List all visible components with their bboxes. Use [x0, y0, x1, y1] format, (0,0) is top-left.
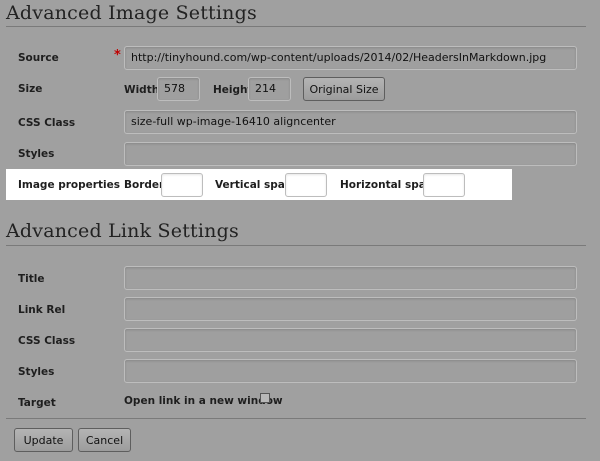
link-styles-label: Styles: [18, 366, 55, 378]
title-label: Title: [18, 273, 45, 285]
new-window-label: Open link in a new window: [124, 395, 283, 407]
title-input[interactable]: [124, 266, 577, 290]
styles-input[interactable]: [124, 142, 577, 166]
link-css-class-label: CSS Class: [18, 335, 76, 347]
link-settings-title: Advanced Link Settings: [6, 220, 239, 242]
link-settings-divider: [6, 245, 586, 246]
link-rel-label: Link Rel: [18, 304, 66, 316]
border-label: Border: [124, 179, 165, 191]
height-label: Height: [213, 84, 253, 96]
width-input[interactable]: 578: [157, 77, 200, 101]
width-label: Width: [124, 84, 160, 96]
target-label: Target: [18, 397, 56, 409]
border-input[interactable]: [161, 173, 203, 197]
size-label: Size: [18, 83, 43, 95]
link-rel-input[interactable]: [124, 297, 577, 321]
image-properties-label: Image properties: [18, 179, 120, 191]
horizontal-space-input[interactable]: [423, 173, 465, 197]
cancel-button[interactable]: Cancel: [78, 428, 131, 452]
required-marker: *: [114, 48, 121, 63]
new-window-checkbox[interactable]: [260, 393, 270, 403]
link-css-class-input[interactable]: [124, 328, 577, 352]
link-styles-input[interactable]: [124, 359, 577, 383]
css-class-input[interactable]: size-full wp-image-16410 aligncenter: [124, 110, 577, 134]
height-input[interactable]: 214: [248, 77, 291, 101]
css-class-label: CSS Class: [18, 117, 76, 129]
source-input[interactable]: http://tinyhound.com/wp-content/uploads/…: [124, 46, 577, 70]
update-button[interactable]: Update: [14, 428, 73, 452]
styles-label: Styles: [18, 148, 55, 160]
footer-divider: [6, 418, 586, 419]
original-size-button[interactable]: Original Size: [303, 77, 385, 101]
vertical-space-input[interactable]: [285, 173, 327, 197]
source-label: Source: [18, 52, 59, 64]
image-settings-title: Advanced Image Settings: [6, 2, 257, 24]
image-settings-divider: [6, 26, 586, 27]
